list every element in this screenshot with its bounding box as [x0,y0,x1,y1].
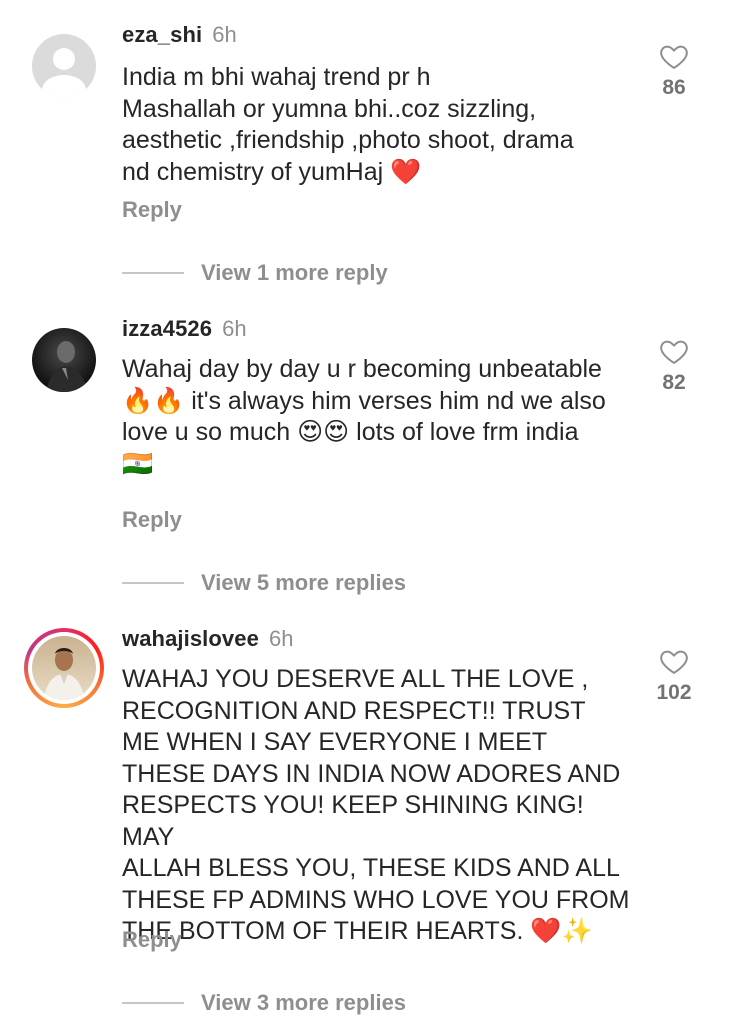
like-count: 102 [656,681,692,704]
view-replies-label: View 3 more replies [201,990,407,1015]
comment-text: Wahaj day by day u r becoming unbeatable… [122,355,606,478]
story-ring-photo-avatar [32,636,96,700]
like-button[interactable]: 86 [654,42,694,100]
like-count: 82 [662,371,686,394]
default-avatar-icon[interactable] [32,34,96,98]
comments-list: eza_shi 6h India m bhi wahaj trend pr h M… [0,0,734,1024]
like-button[interactable]: 82 [654,337,694,395]
comment-text: India m bhi wahaj trend pr h Mashallah o… [122,63,574,186]
like-count: 86 [662,76,686,99]
comment-text: WAHAJ YOU DESERVE ALL THE LOVE , RECOGNI… [122,665,630,945]
comment-username[interactable]: izza4526 6h [122,316,247,342]
view-replies-label: View 5 more replies [201,570,407,595]
view-replies-button[interactable]: View 3 more replies [122,990,406,1016]
heart-icon[interactable] [659,647,689,675]
view-replies-button[interactable]: View 1 more reply [122,260,388,286]
comment-username[interactable]: wahajislovee 6h [122,626,294,652]
heart-icon[interactable] [659,337,689,365]
divider-line [122,1002,184,1004]
comment-timestamp: 6h [268,626,294,651]
comment-timestamp: 6h [222,316,247,341]
comment-timestamp: 6h [212,22,237,47]
view-replies-label: View 1 more reply [201,260,388,285]
reply-button[interactable]: Reply [122,927,182,953]
heart-icon[interactable] [659,42,689,70]
story-ring-avatar[interactable] [24,628,104,708]
divider-line [122,272,184,274]
dark-photo-avatar[interactable] [32,328,96,392]
reply-button[interactable]: Reply [122,197,182,223]
divider-line [122,582,184,584]
comment-username[interactable]: eza_shi 6h [122,22,237,48]
view-replies-button[interactable]: View 5 more replies [122,570,406,596]
like-button[interactable]: 102 [654,647,694,705]
reply-button[interactable]: Reply [122,507,182,533]
